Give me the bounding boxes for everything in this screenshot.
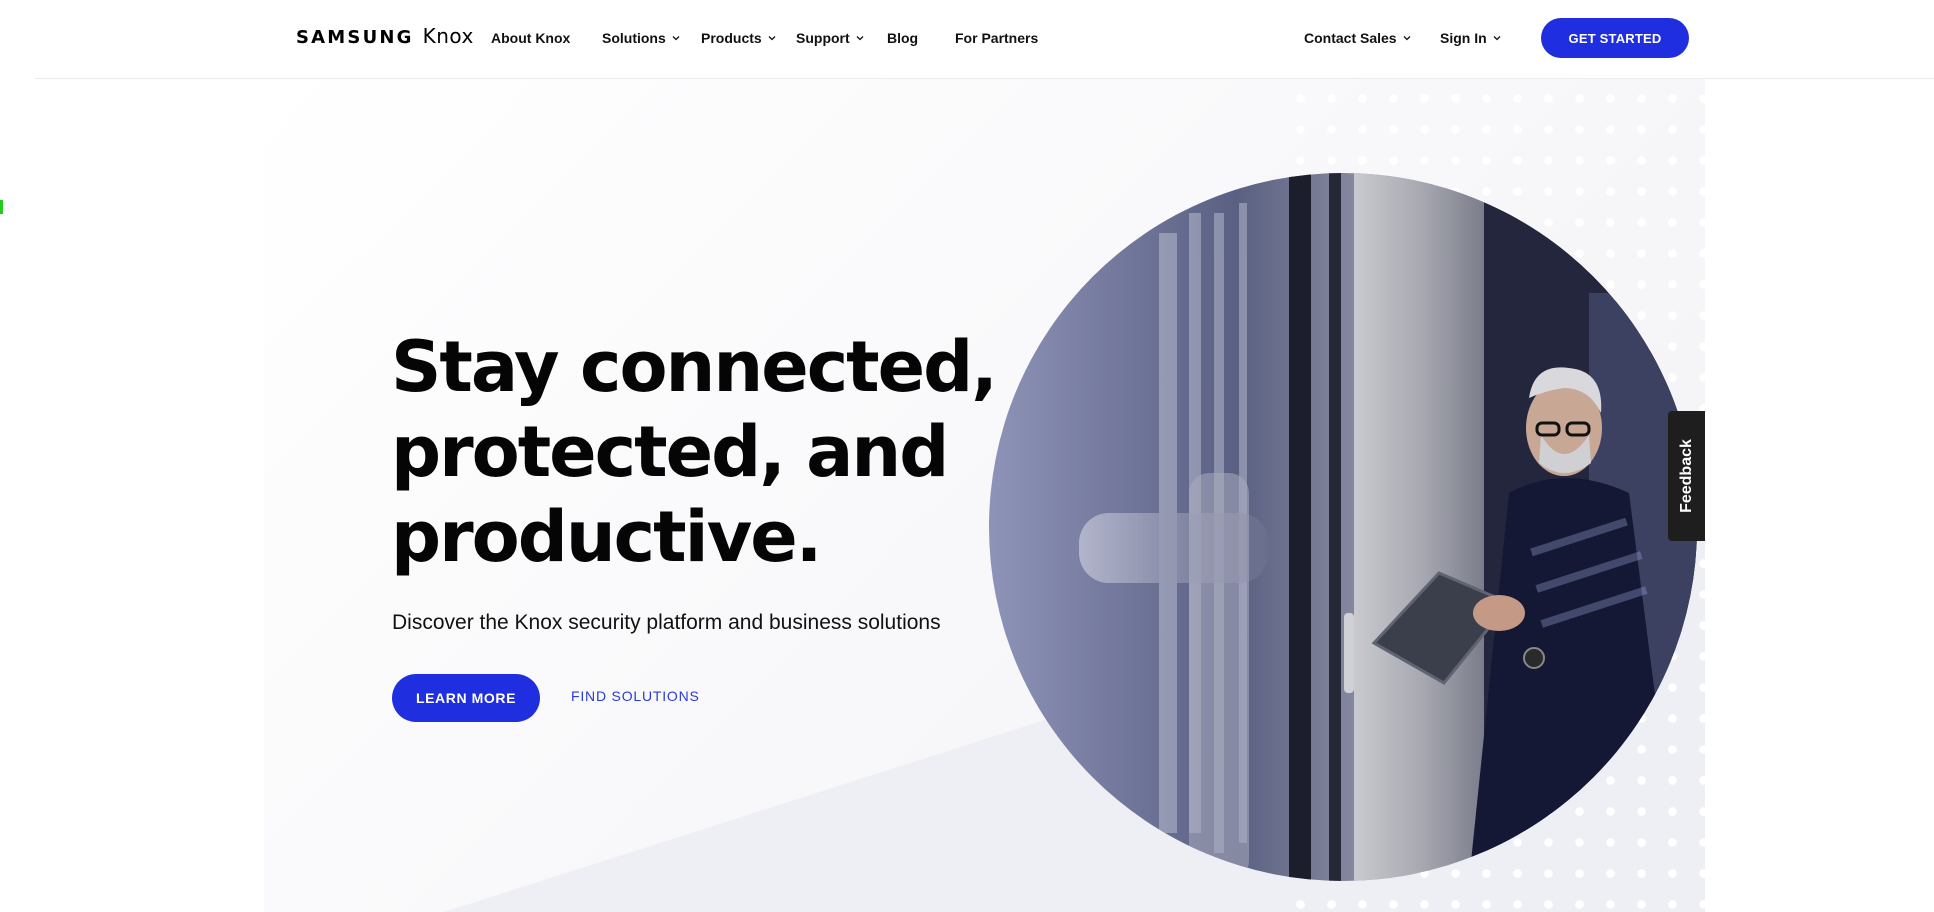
chevron-down-icon: [768, 36, 776, 41]
nav-blog[interactable]: Blog: [887, 26, 918, 50]
chevron-down-icon: [856, 36, 864, 41]
nav-products-label: Products: [701, 30, 762, 46]
learn-more-label: LEARN MORE: [415, 690, 517, 706]
feedback-tab[interactable]: Feedback: [1668, 411, 1705, 541]
nav-contact-sales[interactable]: Contact Sales: [1304, 26, 1412, 50]
nav-for-partners[interactable]: For Partners: [955, 26, 1038, 50]
nav-partners-label: For Partners: [955, 30, 1039, 46]
nav-products[interactable]: Products: [701, 26, 777, 50]
nav-support[interactable]: Support: [796, 26, 865, 50]
nav-sign-in-label: Sign In: [1440, 30, 1487, 46]
chevron-down-icon: [1493, 36, 1501, 41]
site-header: SAMSUNG Knox About Knox Solutions Produc…: [0, 0, 1934, 78]
logo-samsung-wordmark: SAMSUNG: [296, 27, 414, 48]
nav-support-label: Support: [796, 30, 850, 46]
feedback-label: Feedback: [1677, 439, 1695, 513]
nav-about-knox[interactable]: About Knox: [491, 26, 570, 50]
hero-headline: Stay connected, protected, and productiv…: [391, 326, 998, 578]
learn-more-button[interactable]: LEARN MORE: [392, 674, 540, 722]
left-edge-marker: [0, 200, 3, 214]
hero-photo: [989, 173, 1697, 881]
samsung-knox-logo[interactable]: SAMSUNG Knox: [296, 24, 474, 52]
get-started-button[interactable]: GET STARTED: [1541, 18, 1689, 58]
logo-knox-wordmark: Knox: [422, 24, 474, 48]
nav-sign-in[interactable]: Sign In: [1440, 26, 1502, 50]
find-solutions-link[interactable]: FIND SOLUTIONS: [571, 688, 700, 708]
hero-subline: Discover the Knox security platform and …: [392, 611, 941, 634]
find-solutions-label: FIND SOLUTIONS: [571, 688, 700, 704]
get-started-label: GET STARTED: [1568, 30, 1662, 46]
nav-contact-sales-label: Contact Sales: [1304, 30, 1397, 46]
hero-photo-image: [989, 173, 1697, 881]
nav-blog-label: Blog: [887, 30, 919, 46]
nav-about-label: About Knox: [491, 30, 571, 46]
chevron-down-icon: [1403, 36, 1411, 41]
chevron-down-icon: [672, 36, 680, 41]
nav-solutions[interactable]: Solutions: [602, 26, 681, 50]
nav-solutions-label: Solutions: [602, 30, 666, 46]
